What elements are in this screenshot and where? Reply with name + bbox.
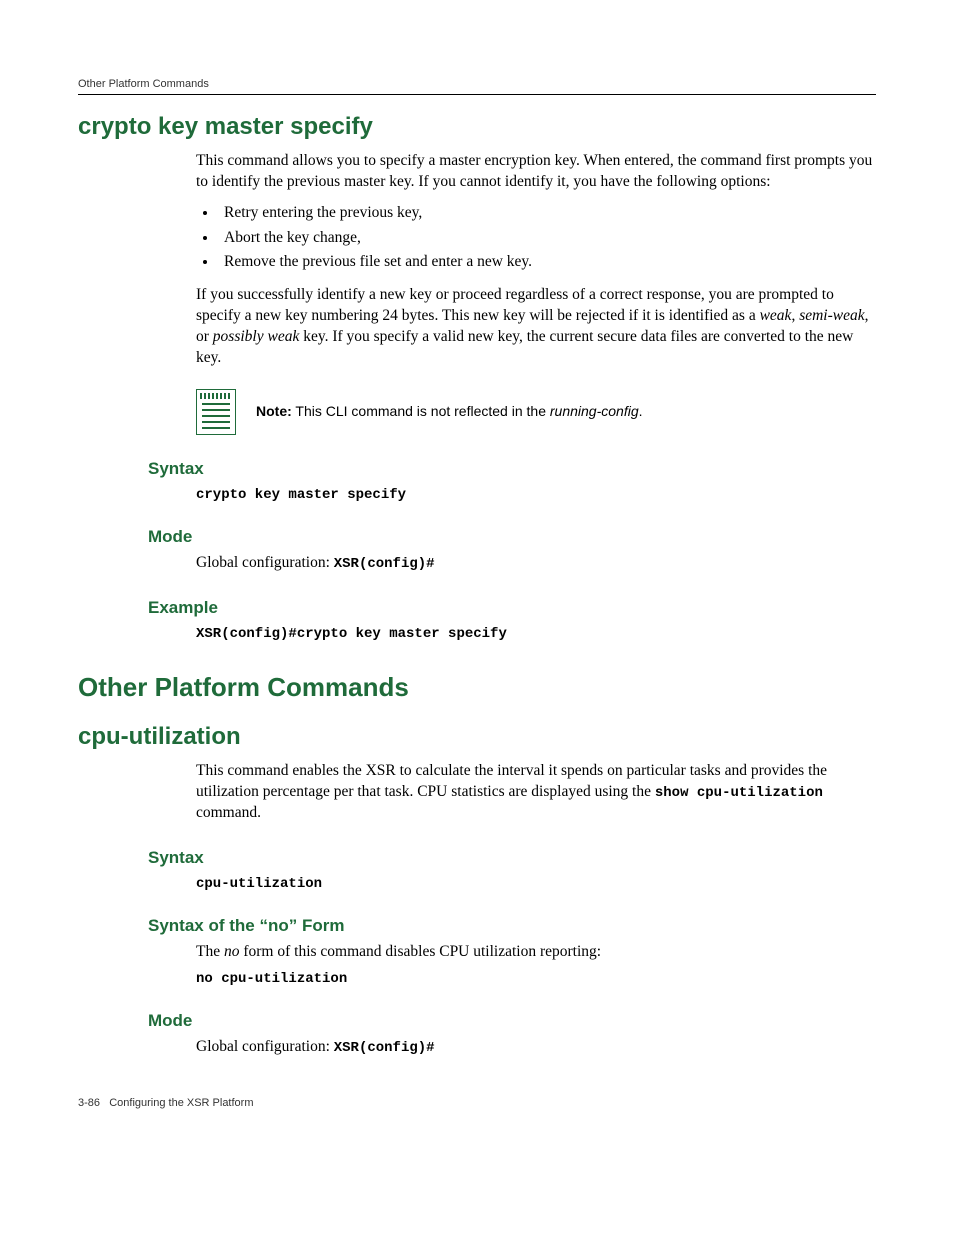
code-block: crypto key master specify — [196, 485, 876, 503]
list-item: Abort the key change, — [218, 226, 876, 251]
emphasis: no — [224, 943, 240, 960]
text: Global configuration: — [196, 1038, 334, 1055]
code-text: cpu-utilization — [196, 876, 322, 892]
heading-other-platform-commands: Other Platform Commands — [78, 672, 876, 703]
section-body: This command allows you to specify a mas… — [196, 151, 876, 435]
section-body: This command enables the XSR to calculat… — [196, 761, 876, 824]
heading-mode: Mode — [148, 1011, 876, 1031]
note-label: Note: — [256, 403, 292, 419]
code-text: XSR(config)#crypto key master specify — [196, 626, 507, 642]
emphasis: possibly weak — [213, 328, 300, 345]
heading-syntax: Syntax — [148, 459, 876, 479]
text: form of this command disables CPU utiliz… — [239, 943, 601, 960]
heading-syntax-no-form: Syntax of the “no” Form — [148, 916, 876, 936]
emphasis: semi-weak — [799, 307, 864, 324]
code-block: XSR(config)#crypto key master specify — [196, 624, 876, 642]
text: command. — [196, 804, 261, 821]
paragraph: This command allows you to specify a mas… — [196, 151, 876, 193]
text: . — [639, 403, 643, 419]
paragraph: Global configuration: XSR(config)# — [196, 1037, 876, 1058]
code-text: show cpu-utilization — [655, 785, 823, 801]
mode-block: Global configuration: XSR(config)# — [196, 1037, 876, 1058]
bullet-list: Retry entering the previous key, Abort t… — [196, 201, 876, 275]
note-block: Note: This CLI command is not reflected … — [196, 389, 876, 435]
text: Global configuration: — [196, 554, 334, 571]
emphasis: running-config — [550, 403, 639, 419]
text: The — [196, 943, 224, 960]
heading-cpu-utilization: cpu-utilization — [78, 723, 876, 751]
code-text: crypto key master specify — [196, 487, 406, 503]
heading-mode: Mode — [148, 527, 876, 547]
mode-block: Global configuration: XSR(config)# — [196, 553, 876, 574]
emphasis: weak — [760, 307, 792, 324]
note-text: Note: This CLI command is not reflected … — [256, 389, 643, 419]
code-text: no cpu-utilization — [196, 971, 347, 987]
page-number: 3-86 — [78, 1097, 100, 1109]
code-text: XSR(config)# — [334, 556, 435, 572]
paragraph: This command enables the XSR to calculat… — [196, 761, 876, 824]
paragraph: The no form of this command disables CPU… — [196, 942, 876, 963]
heading-example: Example — [148, 598, 876, 618]
no-form-block: The no form of this command disables CPU… — [196, 942, 876, 987]
paragraph: If you successfully identify a new key o… — [196, 285, 876, 369]
list-item: Retry entering the previous key, — [218, 201, 876, 226]
code-text: XSR(config)# — [334, 1040, 435, 1056]
heading-crypto-key-master-specify: crypto key master specify — [78, 113, 876, 141]
text: This CLI command is not reflected in the — [292, 403, 550, 419]
page-footer: 3-86 Configuring the XSR Platform — [78, 1097, 876, 1109]
list-item: Remove the previous file set and enter a… — [218, 250, 876, 275]
footer-title: Configuring the XSR Platform — [109, 1097, 253, 1109]
page: Other Platform Commands crypto key maste… — [0, 0, 954, 1149]
note-icon — [196, 389, 236, 435]
running-header: Other Platform Commands — [78, 78, 876, 95]
paragraph: Global configuration: XSR(config)# — [196, 553, 876, 574]
heading-syntax: Syntax — [148, 848, 876, 868]
text: If you successfully identify a new key o… — [196, 286, 834, 324]
code-block: cpu-utilization — [196, 874, 876, 892]
